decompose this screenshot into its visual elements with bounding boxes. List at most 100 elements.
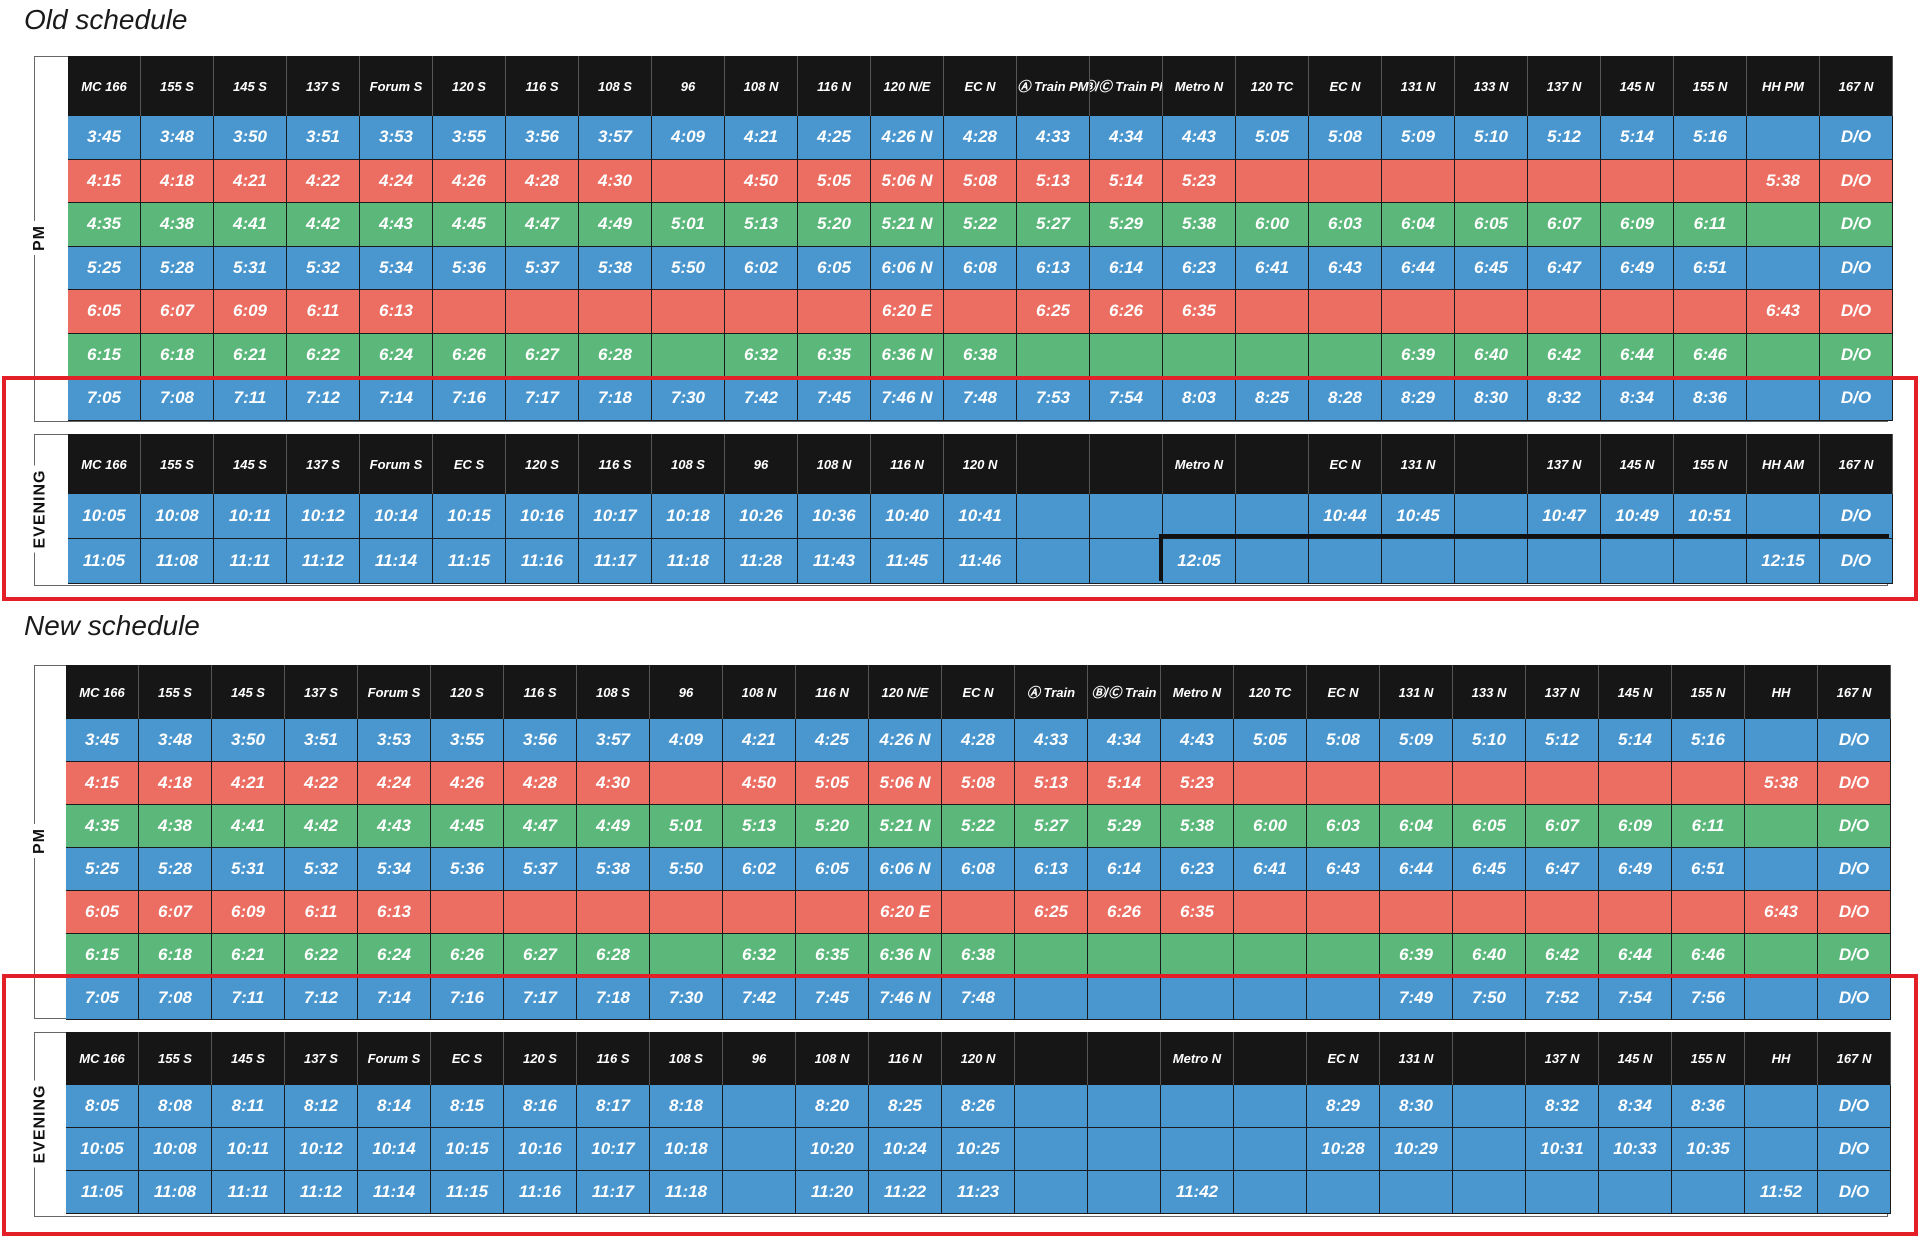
- new-pm-header-cell: 145 N: [1599, 665, 1672, 719]
- old-pm-header-cell: Metro N: [1163, 56, 1236, 116]
- new-pm-time-cell: 5:25: [66, 848, 139, 891]
- old-pm-time-cell: 4:18: [141, 159, 214, 203]
- old-pm-time-cell: 6:04: [1382, 203, 1455, 247]
- new-pm-time-cell: [650, 762, 723, 805]
- new-pm-time-cell: 6:42: [1526, 934, 1599, 977]
- old-pm-time-cell: 4:35: [68, 203, 141, 247]
- old-pm-time-cell: 3:57: [579, 116, 652, 160]
- old-pm-header-cell: Ⓐ Train PM: [1017, 56, 1090, 116]
- old-pm-time-cell: 6:11: [1674, 203, 1747, 247]
- new-pm-time-cell: 4:33: [1015, 719, 1088, 762]
- new-pm-time-cell: 5:27: [1015, 805, 1088, 848]
- new-pm-time-cell: [1745, 934, 1818, 977]
- old-pm-time-cell: 6:26: [1090, 290, 1163, 334]
- new-pm-time-cell: D/O: [1818, 805, 1891, 848]
- old-pm-time-cell: 4:09: [652, 116, 725, 160]
- new-pm-time-cell: [796, 891, 869, 934]
- old-pm-header-cell: MC 166: [68, 56, 141, 116]
- old-pm-time-cell: 5:38: [1163, 203, 1236, 247]
- old-pm-time-cell: [1528, 159, 1601, 203]
- new-pm-time-cell: 3:45: [66, 719, 139, 762]
- new-pm-time-cell: 6:03: [1307, 805, 1380, 848]
- old-pm-time-cell: 6:51: [1674, 246, 1747, 290]
- new-pm-time-cell: 6:23: [1161, 848, 1234, 891]
- new-pm-time-cell: 5:05: [1234, 719, 1307, 762]
- old-pm-header-cell: 120 TC: [1236, 56, 1309, 116]
- old-pm-time-cell: D/O: [1820, 290, 1893, 334]
- old-pm-time-cell: 3:53: [360, 116, 433, 160]
- new-pm-time-cell: 6:43: [1307, 848, 1380, 891]
- new-pm-time-cell: 5:09: [1380, 719, 1453, 762]
- new-pm-time-cell: 6:21: [212, 934, 285, 977]
- new-pm-time-cell: 4:43: [358, 805, 431, 848]
- new-pm-time-cell: 6:28: [577, 934, 650, 977]
- new-pm-time-cell: D/O: [1818, 719, 1891, 762]
- old-pm-time-cell: 5:36: [433, 246, 506, 290]
- old-pm-time-cell: 4:15: [68, 159, 141, 203]
- old-pm-time-cell: [506, 290, 579, 334]
- new-pm-time-cell: 5:10: [1453, 719, 1526, 762]
- old-pm-time-cell: [1309, 333, 1382, 377]
- old-pm-time-cell: 6:40: [1455, 333, 1528, 377]
- old-pm-time-cell: [1747, 116, 1820, 160]
- old-pm-time-cell: 6:20 E: [871, 290, 944, 334]
- new-pm-time-cell: 4:25: [796, 719, 869, 762]
- new-pm-header-cell: 155 N: [1672, 665, 1745, 719]
- old-pm-header-cell: 108 N: [725, 56, 798, 116]
- new-pm-time-cell: [1745, 805, 1818, 848]
- old-pm-time-cell: 6:36 N: [871, 333, 944, 377]
- old-pm-time-cell: [579, 290, 652, 334]
- new-pm-time-cell: [1526, 762, 1599, 805]
- new-pm-time-cell: 5:29: [1088, 805, 1161, 848]
- new-pm-time-cell: 4:21: [723, 719, 796, 762]
- old-pm-header-cell: 133 N: [1455, 56, 1528, 116]
- new-pm-time-cell: 6:26: [1088, 891, 1161, 934]
- new-pm-time-cell: 3:53: [358, 719, 431, 762]
- new-pm-time-cell: [1234, 891, 1307, 934]
- new-pm-time-cell: 5:21 N: [869, 805, 942, 848]
- new-pm-time-cell: 4:50: [723, 762, 796, 805]
- old-pm-time-cell: 5:14: [1601, 116, 1674, 160]
- new-pm-time-cell: 6:27: [504, 934, 577, 977]
- new-pm-time-cell: 4:45: [431, 805, 504, 848]
- old-pm-time-cell: 6:09: [1601, 203, 1674, 247]
- old-pm-time-cell: 6:27: [506, 333, 579, 377]
- old-pm-time-cell: 5:22: [944, 203, 1017, 247]
- old-pm-time-cell: D/O: [1820, 333, 1893, 377]
- old-pm-time-cell: [652, 333, 725, 377]
- new-pm-header-cell: 116 S: [504, 665, 577, 719]
- old-pm-header-cell: EC N: [944, 56, 1017, 116]
- new-pm-time-cell: 5:01: [650, 805, 723, 848]
- old-pm-time-cell: 6:45: [1455, 246, 1528, 290]
- route-divider-horizontal: [1159, 534, 1889, 538]
- old-pm-time-cell: [433, 290, 506, 334]
- old-pm-time-cell: 6:24: [360, 333, 433, 377]
- old-pm-time-cell: 4:30: [579, 159, 652, 203]
- new-pm-time-cell: 4:38: [139, 805, 212, 848]
- old-pm-time-cell: 6:41: [1236, 246, 1309, 290]
- old-pm-time-cell: 4:43: [360, 203, 433, 247]
- new-pm-header-cell: 155 S: [139, 665, 212, 719]
- new-pm-time-cell: 5:28: [139, 848, 212, 891]
- new-pm-time-cell: 6:20 E: [869, 891, 942, 934]
- new-pm-time-cell: 4:26: [431, 762, 504, 805]
- new-pm-time-cell: [1161, 934, 1234, 977]
- old-pm-time-cell: 5:31: [214, 246, 287, 290]
- new-pm-time-cell: [723, 891, 796, 934]
- new-pm-time-cell: 6:07: [139, 891, 212, 934]
- new-pm-header-cell: 145 S: [212, 665, 285, 719]
- old-pm-time-cell: 6:07: [1528, 203, 1601, 247]
- new-pm-header-cell: 116 N: [796, 665, 869, 719]
- old-pm-time-cell: 6:43: [1309, 246, 1382, 290]
- new-pm-time-cell: 5:14: [1599, 719, 1672, 762]
- new-pm-time-cell: 5:37: [504, 848, 577, 891]
- old-pm-time-cell: 5:10: [1455, 116, 1528, 160]
- new-pm-time-cell: 5:34: [358, 848, 431, 891]
- new-pm-header-cell: 133 N: [1453, 665, 1526, 719]
- old-pm-time-cell: 5:12: [1528, 116, 1601, 160]
- old-pm-time-cell: [1601, 159, 1674, 203]
- new-pm-header-cell: HH: [1745, 665, 1818, 719]
- new-pm-time-cell: 5:13: [1015, 762, 1088, 805]
- old-pm-time-cell: 4:45: [433, 203, 506, 247]
- old-pm-time-cell: 3:45: [68, 116, 141, 160]
